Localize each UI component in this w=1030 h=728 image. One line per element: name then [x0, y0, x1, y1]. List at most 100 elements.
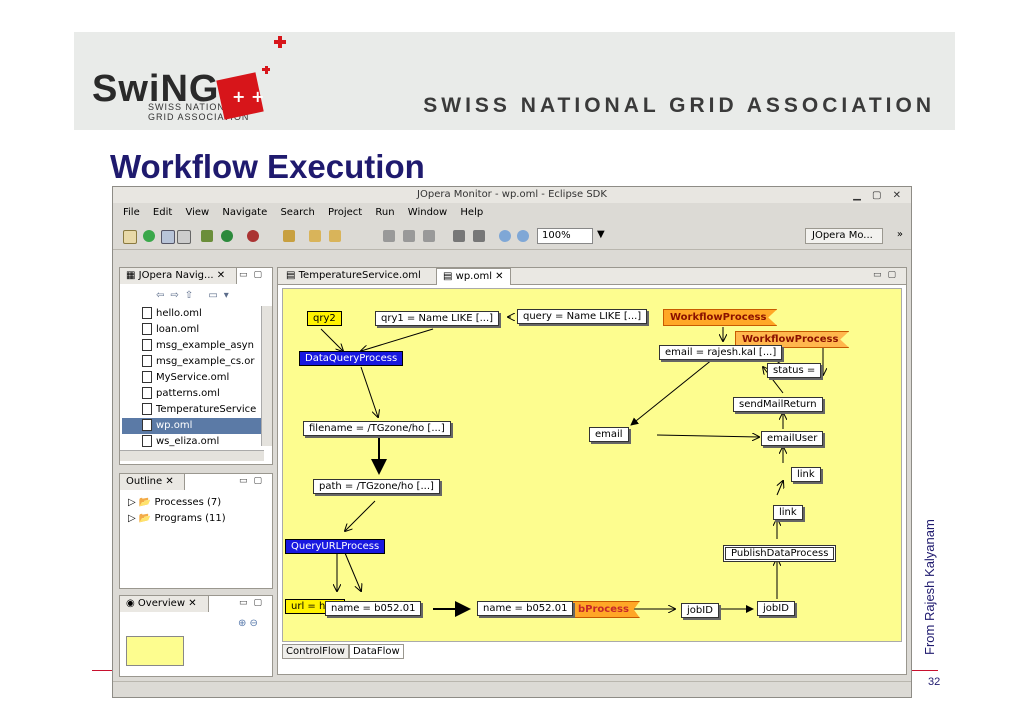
node-query[interactable]: query = Name LIKE [...] — [517, 309, 648, 324]
overview-thumbnail[interactable] — [126, 636, 184, 666]
list-item[interactable]: hello.oml — [142, 306, 202, 322]
node-workflow-process-1[interactable]: WorkflowProcess — [663, 309, 778, 326]
node-b-process[interactable]: bProcess — [563, 601, 640, 618]
file-icon: ▤ — [443, 271, 453, 282]
list-item-selected[interactable]: wp.oml — [122, 418, 262, 434]
more-perspectives-icon[interactable]: » — [897, 229, 903, 240]
node-filename[interactable]: filename = /TGzone/ho [...] — [303, 421, 451, 436]
slide-header: SwiNG SWISS NATIONAL GRID ASSOCIATION + … — [74, 32, 955, 130]
node-send-mail-return[interactable]: sendMailReturn — [733, 397, 823, 412]
debug-icon[interactable] — [201, 230, 213, 242]
horizontal-scrollbar[interactable] — [120, 450, 264, 461]
outline-panel: Outline ✕ ▭▢ ▷ 📂 Processes (7) ▷ 📂 Progr… — [119, 473, 273, 589]
window-controls[interactable]: ▁ ▢ ✕ — [853, 188, 905, 204]
run-as-icon[interactable] — [221, 230, 233, 242]
distribute-icon[interactable] — [453, 230, 465, 242]
tab-wp-oml[interactable]: ▤ wp.oml ✕ — [436, 268, 511, 285]
node-status[interactable]: status = — [767, 363, 822, 378]
editor-panel: ▤ TemperatureService.oml ▤ wp.oml ✕ ▭▢ q… — [277, 267, 907, 675]
overview-icon: ◉ — [126, 598, 135, 609]
back-icon[interactable] — [309, 230, 321, 242]
tree-item-processes[interactable]: ▷ 📂 Processes (7) — [128, 496, 221, 510]
menu-window[interactable]: Window — [408, 207, 447, 218]
menu-search[interactable]: Search — [280, 207, 314, 218]
list-item[interactable]: TemperatureService — [142, 402, 256, 418]
menu-run[interactable]: Run — [375, 207, 394, 218]
list-item[interactable]: loan.oml — [142, 322, 199, 338]
panel-controls[interactable]: ▭▢ — [239, 268, 268, 282]
menu-project[interactable]: Project — [328, 207, 362, 218]
node-publish-data-process[interactable]: PublishDataProcess — [723, 545, 837, 562]
chevron-down-icon[interactable]: ▼ — [597, 229, 605, 240]
main-toolbar: 100% ▼ JOpera Mo... » — [113, 223, 911, 250]
open-type-icon[interactable] — [283, 230, 295, 242]
zoom-select[interactable]: 100% — [537, 228, 593, 244]
folder-icon: 📂 — [138, 513, 152, 524]
credit-text: From Rajesh Kalyanam — [922, 519, 937, 655]
menu-file[interactable]: File — [123, 207, 140, 218]
arrange-icon[interactable] — [473, 230, 485, 242]
node-link-2[interactable]: link — [773, 505, 803, 520]
perspective-button[interactable]: JOpera Mo... — [805, 228, 883, 244]
slide-divider-left — [92, 670, 112, 671]
node-query-url-process[interactable]: QueryURLProcess — [285, 539, 386, 554]
run-icon[interactable] — [143, 230, 155, 242]
window-titlebar: JOpera Monitor - wp.oml - Eclipse SDK ▁ … — [113, 187, 911, 203]
tab-temperature-service[interactable]: ▤ TemperatureService.oml — [280, 268, 427, 284]
panel-controls[interactable]: ▭▢ — [239, 474, 268, 488]
overview-zoom-icons[interactable]: ⊕ ⊖ — [238, 618, 258, 629]
grid-icon[interactable] — [423, 230, 435, 242]
tree-item-programs[interactable]: ▷ 📂 Programs (11) — [128, 512, 226, 526]
node-email-user[interactable]: emailUser — [761, 431, 824, 446]
align-icon[interactable] — [403, 230, 415, 242]
menu-bar: File Edit View Navigate Search Project R… — [113, 205, 911, 221]
list-item[interactable]: ws_eliza.oml — [142, 434, 219, 450]
zoom-out-icon[interactable] — [517, 230, 529, 242]
panel-controls[interactable]: ▭▢ — [239, 596, 268, 610]
new-icon[interactable] — [123, 230, 137, 244]
menu-view[interactable]: View — [185, 207, 209, 218]
panel-controls[interactable]: ▭▢ — [873, 268, 902, 282]
editor-tab-bar: ▤ TemperatureService.oml ▤ wp.oml ✕ ▭▢ — [278, 268, 906, 285]
tab-data-flow[interactable]: DataFlow — [348, 644, 404, 659]
overview-tab[interactable]: ◉ Overview ✕ — [120, 596, 209, 612]
node-qry2[interactable]: qry2 — [307, 311, 342, 326]
navigator-toolbar: ⇦⇨⇧ ▭▾ — [156, 290, 235, 301]
navigator-tab[interactable]: ▦ JOpera Navig... ✕ — [120, 268, 237, 284]
layout-icon[interactable] — [383, 230, 395, 242]
node-data-query-process[interactable]: DataQueryProcess — [299, 351, 404, 366]
menu-navigate[interactable]: Navigate — [222, 207, 267, 218]
zoom-in-icon[interactable] — [499, 230, 511, 242]
window-title: JOpera Monitor - wp.oml - Eclipse SDK — [417, 189, 607, 200]
node-email[interactable]: email — [589, 427, 629, 442]
list-item[interactable]: msg_example_asyn — [142, 338, 254, 354]
workflow-canvas[interactable]: qry2 qry1 = Name LIKE [...] query = Name… — [282, 288, 902, 642]
save-icon[interactable] — [161, 230, 175, 244]
node-link-1[interactable]: link — [791, 467, 821, 482]
node-jobid-1[interactable]: jobID — [681, 603, 719, 618]
node-qry1[interactable]: qry1 = Name LIKE [...] — [375, 311, 500, 326]
status-bar — [113, 681, 911, 700]
association-name: SWISS NATIONAL GRID ASSOCIATION — [423, 94, 935, 117]
node-jobid-2[interactable]: jobID — [757, 601, 795, 616]
list-item[interactable]: MyService.oml — [142, 370, 229, 386]
external-tools-icon[interactable] — [247, 230, 259, 242]
forward-icon[interactable] — [329, 230, 341, 242]
folder-icon: 📂 — [138, 497, 152, 508]
print-icon[interactable] — [177, 230, 191, 244]
page-number: 32 — [928, 676, 941, 688]
list-item[interactable]: patterns.oml — [142, 386, 220, 402]
node-name-1[interactable]: name = b052.01 — [325, 601, 422, 616]
outline-tab[interactable]: Outline ✕ — [120, 474, 185, 490]
menu-help[interactable]: Help — [460, 207, 483, 218]
slide-divider-right — [912, 670, 938, 671]
tab-control-flow[interactable]: ControlFlow — [282, 644, 349, 659]
editor-bottom-tabs: ControlFlow DataFlow — [282, 644, 404, 659]
node-path[interactable]: path = /TGzone/ho [...] — [313, 479, 440, 494]
slide-title: Workflow Execution — [110, 148, 425, 185]
node-email-rajesh[interactable]: email = rajesh.kal [...] — [659, 345, 783, 360]
list-item[interactable]: msg_example_cs.or — [142, 354, 254, 370]
vertical-scrollbar[interactable] — [261, 306, 272, 446]
menu-edit[interactable]: Edit — [153, 207, 172, 218]
node-name-2[interactable]: name = b052.01 — [477, 601, 574, 616]
